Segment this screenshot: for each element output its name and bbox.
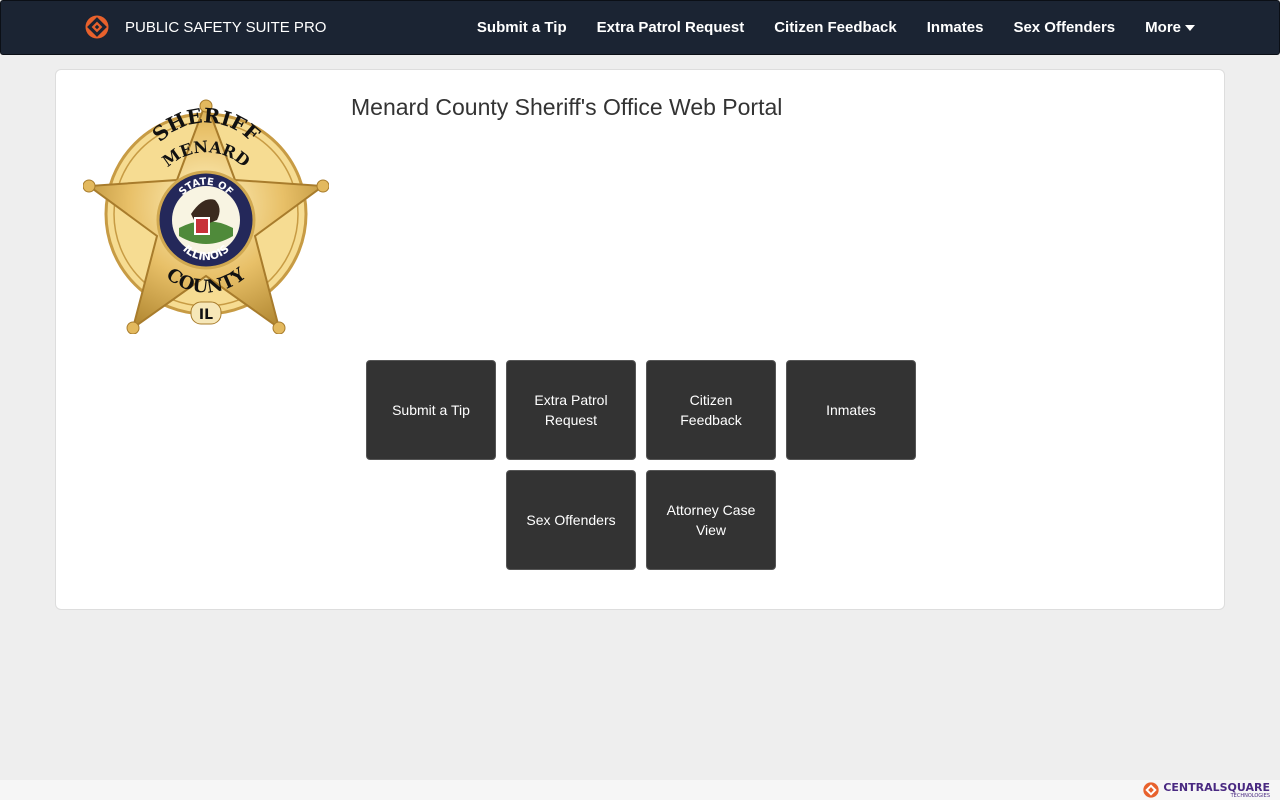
nav-submit-tip[interactable]: Submit a Tip bbox=[477, 19, 567, 36]
nav-more-dropdown[interactable]: More bbox=[1145, 19, 1195, 36]
nav-sex-offenders[interactable]: Sex Offenders bbox=[1013, 19, 1115, 36]
footer: CENTRALSQUARE TECHNOLOGIES bbox=[0, 780, 1280, 800]
badge-state-abbr: IL bbox=[199, 307, 213, 323]
tile-label: Extra Patrol Request bbox=[534, 392, 608, 428]
tile-submit-tip[interactable]: Submit a Tip bbox=[366, 360, 496, 460]
tile-label: Inmates bbox=[826, 402, 876, 418]
tile-row: Sex Offenders Attorney Case View bbox=[56, 470, 1226, 570]
tile-label: Attorney Case View bbox=[666, 502, 756, 538]
sheriff-badge-logo: SHERIFF MENARD STATE OF ILLINOIS COUNTY … bbox=[83, 99, 329, 334]
brand-name: PUBLIC SAFETY SUITE PRO bbox=[125, 18, 327, 36]
tile-citizen-feedback[interactable]: Citizen Feedback bbox=[646, 360, 776, 460]
nav-links: Submit a Tip Extra Patrol Request Citize… bbox=[447, 1, 1195, 54]
tile-inmates[interactable]: Inmates bbox=[786, 360, 916, 460]
footer-company: CENTRALSQUARE TECHNOLOGIES bbox=[1163, 780, 1270, 799]
top-navbar: PUBLIC SAFETY SUITE PRO Submit a Tip Ext… bbox=[0, 0, 1280, 55]
tile-sex-offenders[interactable]: Sex Offenders bbox=[506, 470, 636, 570]
tile-label: Submit a Tip bbox=[392, 402, 470, 418]
diamond-logo-icon bbox=[85, 15, 109, 39]
footer-company-sub: TECHNOLOGIES bbox=[1230, 792, 1270, 799]
tile-label: Citizen Feedback bbox=[680, 392, 742, 428]
tile-label: Sex Offenders bbox=[526, 512, 616, 528]
brand-link[interactable]: PUBLIC SAFETY SUITE PRO bbox=[85, 15, 326, 39]
caret-down-icon bbox=[1185, 24, 1195, 31]
nav-extra-patrol-request[interactable]: Extra Patrol Request bbox=[597, 19, 745, 36]
nav-citizen-feedback[interactable]: Citizen Feedback bbox=[774, 19, 897, 36]
tile-grid: Submit a Tip Extra Patrol Request Citize… bbox=[56, 360, 1226, 580]
nav-more-label: More bbox=[1145, 19, 1181, 36]
diamond-logo-icon bbox=[1143, 782, 1160, 798]
portal-card: SHERIFF MENARD STATE OF ILLINOIS COUNTY … bbox=[55, 69, 1225, 610]
page-title: Menard County Sheriff's Office Web Porta… bbox=[351, 94, 783, 120]
centralsquare-logo[interactable]: CENTRALSQUARE TECHNOLOGIES bbox=[1143, 780, 1270, 800]
footer-company-name: CENTRALSQUARE bbox=[1163, 780, 1270, 794]
nav-inmates[interactable]: Inmates bbox=[927, 19, 984, 36]
tile-attorney-case-view[interactable]: Attorney Case View bbox=[646, 470, 776, 570]
tile-extra-patrol-request[interactable]: Extra Patrol Request bbox=[506, 360, 636, 460]
tile-row: Submit a Tip Extra Patrol Request Citize… bbox=[56, 360, 1226, 460]
